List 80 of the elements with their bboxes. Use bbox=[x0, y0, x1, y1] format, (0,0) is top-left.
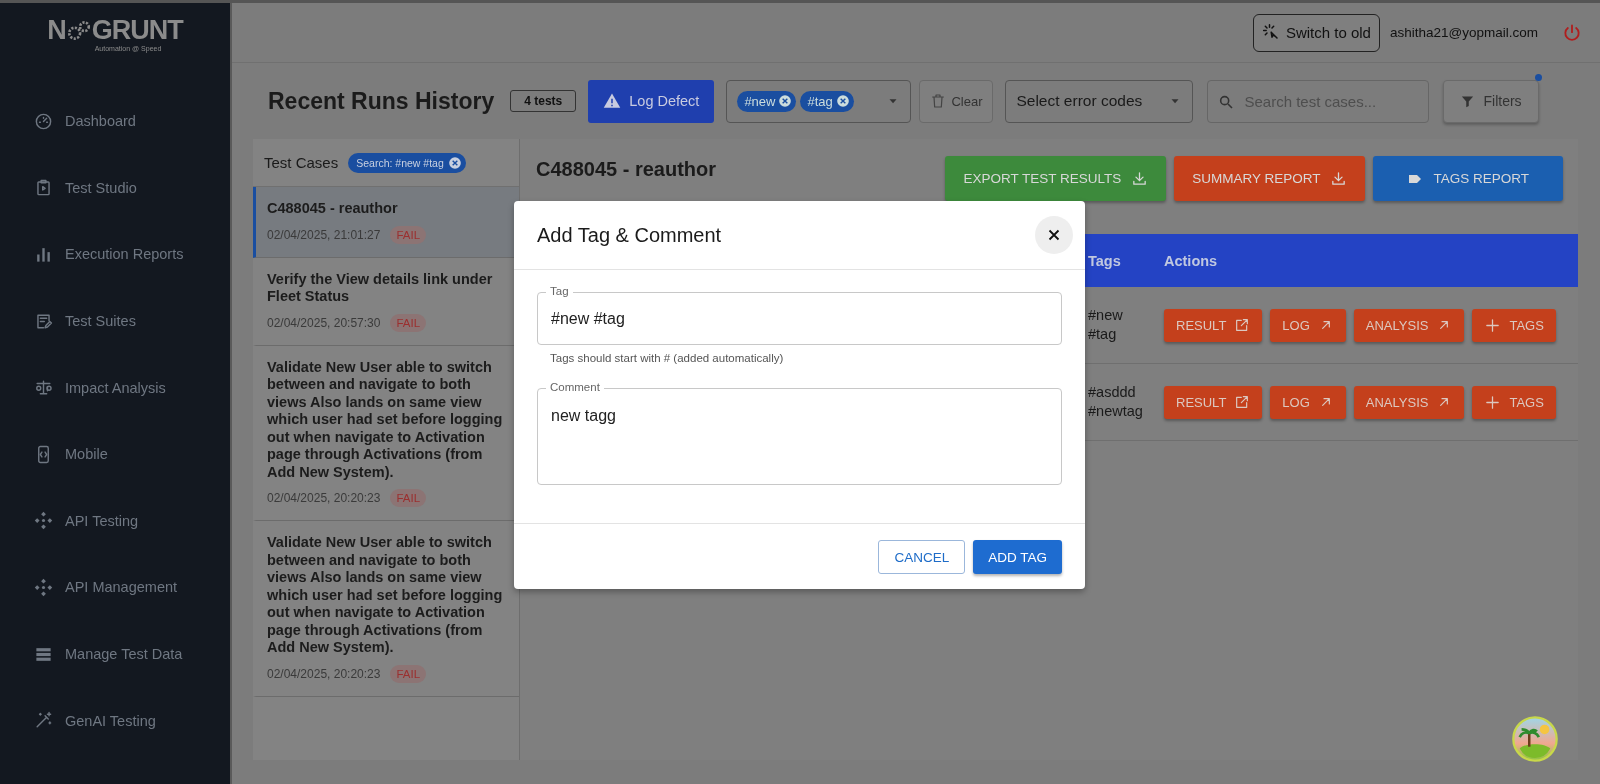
open-external-icon bbox=[1234, 317, 1251, 333]
add-tag-button[interactable]: ADD TAG bbox=[973, 540, 1062, 574]
sidebar-item[interactable]: Execution Reports bbox=[0, 221, 230, 288]
test-case-title: Validate New User able to switch between and navigate to both views Also lands on same view which user had set before logging out when navigate to Activation page through Activations (from Add New System). bbox=[267, 358, 504, 481]
remove-icon bbox=[447, 155, 462, 170]
download-icon bbox=[1131, 170, 1149, 187]
search-filter-chip[interactable]: Search: #new #tag bbox=[348, 152, 466, 173]
tag-chip[interactable]: #new bbox=[737, 90, 797, 112]
action-button[interactable]: TAGS bbox=[1472, 308, 1556, 342]
sidebar-item[interactable]: Test Suites bbox=[0, 287, 230, 355]
user-email: ashitha21@yopmail.com bbox=[1389, 25, 1538, 40]
remove-icon bbox=[778, 94, 793, 108]
tags-cell-text: #asddd #newtag bbox=[1087, 383, 1144, 421]
column-header: Tags bbox=[1087, 252, 1122, 269]
status-badge: FAIL bbox=[390, 313, 427, 332]
panel-heading: Test Cases bbox=[264, 154, 339, 171]
test-case-item[interactable]: C488045 - reauthor 02/04/2025, 21:01:27 FAIL bbox=[253, 187, 519, 258]
field-label: Tag bbox=[546, 284, 573, 299]
switch-view-button[interactable]: Switch to old bbox=[1252, 13, 1380, 52]
diamond-dots-icon bbox=[34, 511, 53, 531]
log-defect-button[interactable]: Log Defect bbox=[588, 79, 715, 123]
sidebar-item[interactable]: Mobile bbox=[0, 420, 230, 488]
action-button[interactable]: ANALYSIS bbox=[1353, 308, 1465, 342]
status-badge: FAIL bbox=[390, 664, 427, 683]
logo-text: GRUNT bbox=[91, 17, 183, 44]
balance-scale-icon bbox=[34, 378, 53, 398]
action-button[interactable]: RESULT bbox=[1164, 308, 1263, 342]
search-icon bbox=[1218, 93, 1235, 110]
run-timestamp: 02/04/2025, 21:01:27 bbox=[267, 227, 381, 242]
tag-filter-select[interactable]: #new #tag bbox=[726, 79, 912, 123]
run-timestamp: 02/04/2025, 20:57:30 bbox=[267, 315, 381, 330]
dialog-title: Add Tag & Comment bbox=[537, 223, 723, 247]
action-button[interactable]: RESULT bbox=[1164, 385, 1263, 419]
report-button[interactable]: TAGS REPORT bbox=[1373, 156, 1563, 201]
report-button[interactable]: SUMMARY REPORT bbox=[1174, 156, 1366, 201]
action-button[interactable]: LOG bbox=[1270, 385, 1346, 419]
island-avatar-icon[interactable] bbox=[1512, 716, 1558, 762]
close-button[interactable] bbox=[1035, 216, 1073, 254]
test-case-title: C488045 - reauthor bbox=[267, 200, 399, 218]
action-button[interactable]: ANALYSIS bbox=[1353, 385, 1465, 419]
document-edit-icon bbox=[34, 311, 53, 331]
speedometer-icon bbox=[34, 111, 53, 131]
run-timestamp: 02/04/2025, 20:20:23 bbox=[267, 491, 381, 505]
helper-text: Tags should start with # (added automatically) bbox=[549, 351, 785, 364]
test-count-badge: 4 tests bbox=[510, 90, 577, 112]
open-external-icon bbox=[1234, 394, 1251, 410]
warning-icon bbox=[603, 92, 622, 110]
test-case-title: Verify the View details link under Fleet Status bbox=[267, 270, 494, 306]
sidebar-item[interactable]: GenAI Testing bbox=[0, 687, 230, 754]
sidebar-item[interactable]: Manage Test Data bbox=[0, 620, 230, 688]
logo-text: N bbox=[47, 17, 66, 44]
trash-icon bbox=[930, 93, 947, 109]
sidebar-item[interactable]: Test Studio bbox=[0, 154, 230, 222]
test-case-title: Validate New User able to switch between and navigate to both views Also lands on same view which user had set before logging out when navigate to Activation page through Activations (from Add New System). bbox=[267, 534, 504, 657]
status-badge: FAIL bbox=[390, 489, 427, 507]
remove-icon bbox=[835, 94, 850, 108]
column-header: Actions bbox=[1164, 252, 1218, 269]
sidebar-item[interactable]: API Testing bbox=[0, 487, 230, 555]
bar-chart-icon bbox=[34, 245, 53, 264]
filters-button[interactable]: Filters bbox=[1443, 79, 1539, 123]
action-button[interactable]: TAGS bbox=[1472, 385, 1556, 419]
clipboard-icon bbox=[34, 178, 53, 198]
diamond-dots-icon bbox=[34, 577, 53, 597]
sidebar-item[interactable]: API Management bbox=[0, 554, 230, 621]
download-icon bbox=[1330, 170, 1348, 187]
tags-cell-text: #new #tag bbox=[1087, 306, 1124, 344]
tag-chip[interactable]: #tag bbox=[800, 90, 854, 112]
sidebar-item[interactable]: Dashboard bbox=[0, 88, 230, 155]
run-timestamp: 02/04/2025, 20:20:23 bbox=[267, 666, 381, 681]
error-codes-select[interactable]: Select error codes bbox=[1005, 79, 1194, 123]
clear-button[interactable]: Clear bbox=[919, 79, 994, 123]
sidebar-item[interactable]: Impact Analysis bbox=[0, 354, 230, 421]
action-button[interactable]: LOG bbox=[1270, 308, 1346, 342]
plus-icon bbox=[1484, 316, 1502, 334]
page-title: Recent Runs History bbox=[268, 87, 495, 115]
status-badge: FAIL bbox=[390, 225, 427, 244]
plus-icon bbox=[1484, 393, 1502, 411]
report-button[interactable]: EXPORT TEST RESULTS bbox=[945, 156, 1167, 201]
cancel-button[interactable]: CANCEL bbox=[878, 540, 966, 574]
test-case-heading: C488045 - reauthor bbox=[536, 158, 717, 181]
